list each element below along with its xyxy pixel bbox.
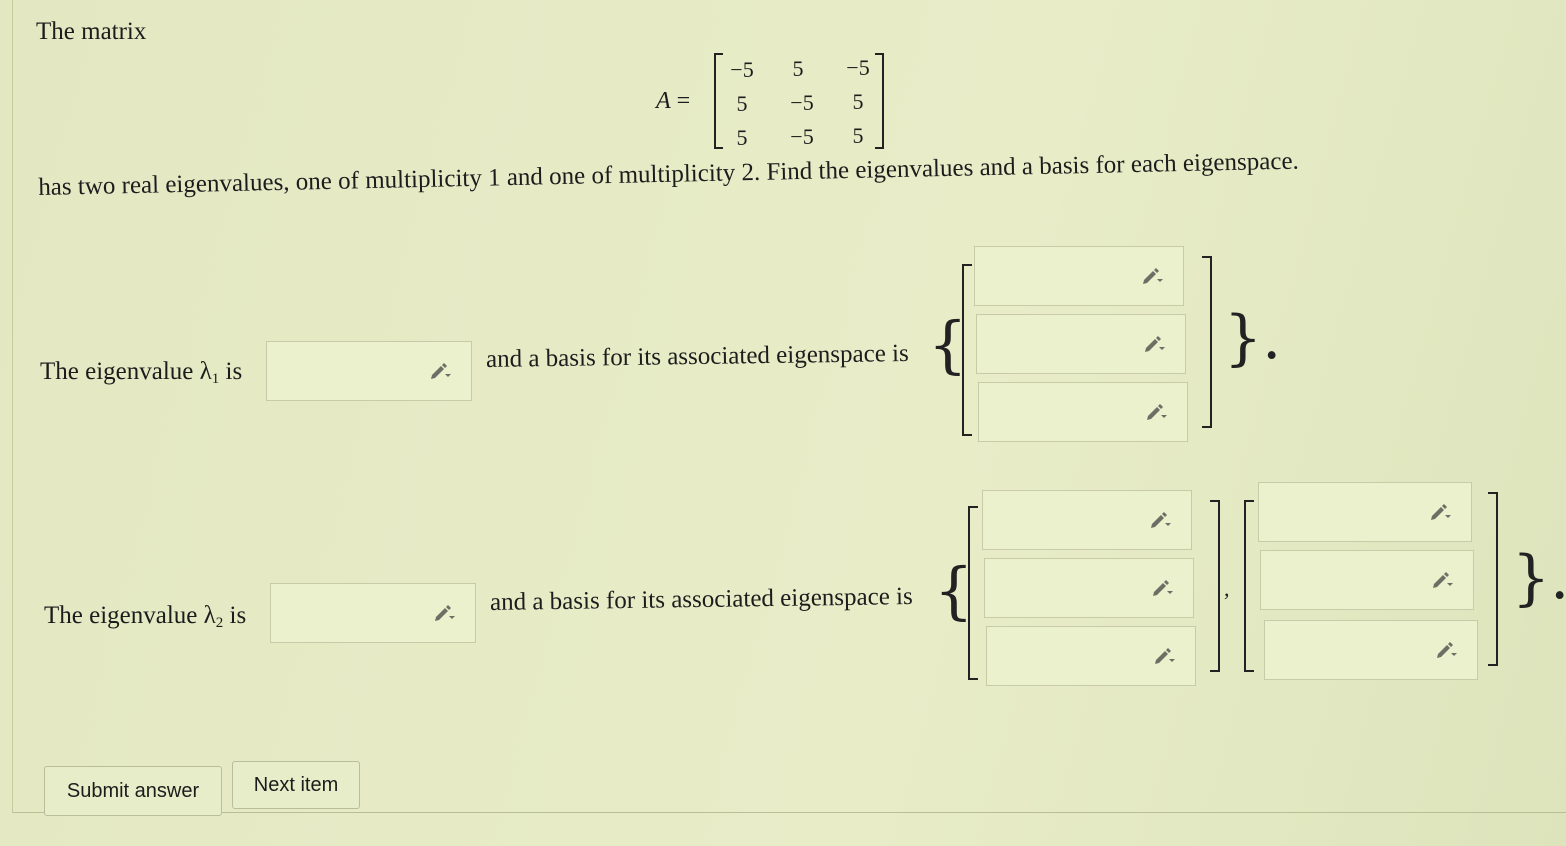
matrix-cell: 5 (852, 89, 864, 114)
pencil-dropdown-icon[interactable] (1431, 570, 1455, 590)
vector-2b-entry-1-input[interactable] (1258, 482, 1472, 542)
vector-2a-entry-3-input[interactable] (986, 626, 1196, 686)
eigenvalue-1-basis-text: and a basis for its associated eigenspac… (485, 340, 909, 373)
matrix-label: A = (656, 88, 690, 115)
submit-answer-button[interactable]: Submit answer (44, 766, 222, 816)
matrix-A: −5 5 −5 5 −5 5 5 −5 5 (714, 53, 884, 150)
matrix-cell: −5 (846, 55, 870, 80)
eigenvalue-1-input[interactable] (266, 341, 472, 401)
vector-2a-entry-2-input[interactable] (984, 558, 1194, 618)
vector-2a-right-bracket (1210, 500, 1220, 672)
pencil-dropdown-icon[interactable] (1429, 502, 1453, 522)
eigenvalue-1-prefix: The eigenvalue λ (40, 358, 212, 385)
pencil-dropdown-icon[interactable] (1435, 640, 1459, 660)
matrix-cell: 5 (736, 125, 748, 150)
pencil-dropdown-icon[interactable] (1151, 578, 1175, 598)
next-item-button[interactable]: Next item (232, 761, 360, 809)
pencil-dropdown-icon[interactable] (429, 361, 453, 381)
eigenvalue-1-suffix: is (225, 358, 243, 385)
eigenvalue-2-suffix: is (229, 602, 247, 629)
pencil-dropdown-icon[interactable] (1153, 646, 1177, 666)
vector-2a-left-bracket (968, 506, 978, 680)
basis-1-close-brace: }. (1224, 303, 1282, 373)
eigenvalue-1-label: The eigenvalue λ1 is (40, 358, 242, 388)
matrix-equals: = (676, 88, 691, 114)
eigenvalue-2-label: The eigenvalue λ2 is (44, 602, 246, 632)
matrix-name: A (656, 88, 671, 114)
vector-1-entry-1-input[interactable] (974, 246, 1184, 306)
matrix-cell: 5 (736, 91, 748, 116)
vector-2b-entry-3-input[interactable] (1264, 620, 1478, 680)
vector-1-right-bracket (1202, 256, 1212, 428)
vector-2b-right-bracket (1488, 492, 1498, 666)
vector-separator: , (1224, 576, 1230, 601)
vector-1-entry-3-input[interactable] (978, 382, 1188, 442)
pencil-dropdown-icon[interactable] (1149, 510, 1173, 530)
matrix-cell: −5 (730, 57, 754, 82)
vector-1-left-bracket (962, 264, 972, 436)
vector-2b-entry-2-input[interactable] (1260, 550, 1474, 610)
eigenvalue-2-prefix: The eigenvalue λ (44, 602, 216, 629)
matrix-cell: −5 (790, 124, 814, 149)
pencil-dropdown-icon[interactable] (1145, 402, 1169, 422)
vector-1-entry-2-input[interactable] (976, 314, 1186, 374)
pencil-dropdown-icon[interactable] (1143, 334, 1167, 354)
matrix-cell: −5 (790, 90, 814, 115)
matrix-cell: 5 (852, 123, 864, 148)
eigenvalue-2-input[interactable] (270, 583, 476, 643)
pencil-dropdown-icon[interactable] (1141, 266, 1165, 286)
pencil-dropdown-icon[interactable] (433, 603, 457, 623)
eigenvalue-1-subscript: 1 (211, 371, 220, 387)
matrix-cell: 5 (792, 56, 804, 81)
eigenvalue-2-basis-text: and a basis for its associated eigenspac… (489, 583, 913, 616)
vector-2b-left-bracket (1244, 500, 1254, 672)
basis-2-close-brace: }. (1512, 543, 1566, 613)
vector-2a-entry-1-input[interactable] (982, 490, 1192, 550)
eigenvalue-2-subscript: 2 (215, 615, 224, 631)
intro-text: The matrix (36, 18, 147, 45)
